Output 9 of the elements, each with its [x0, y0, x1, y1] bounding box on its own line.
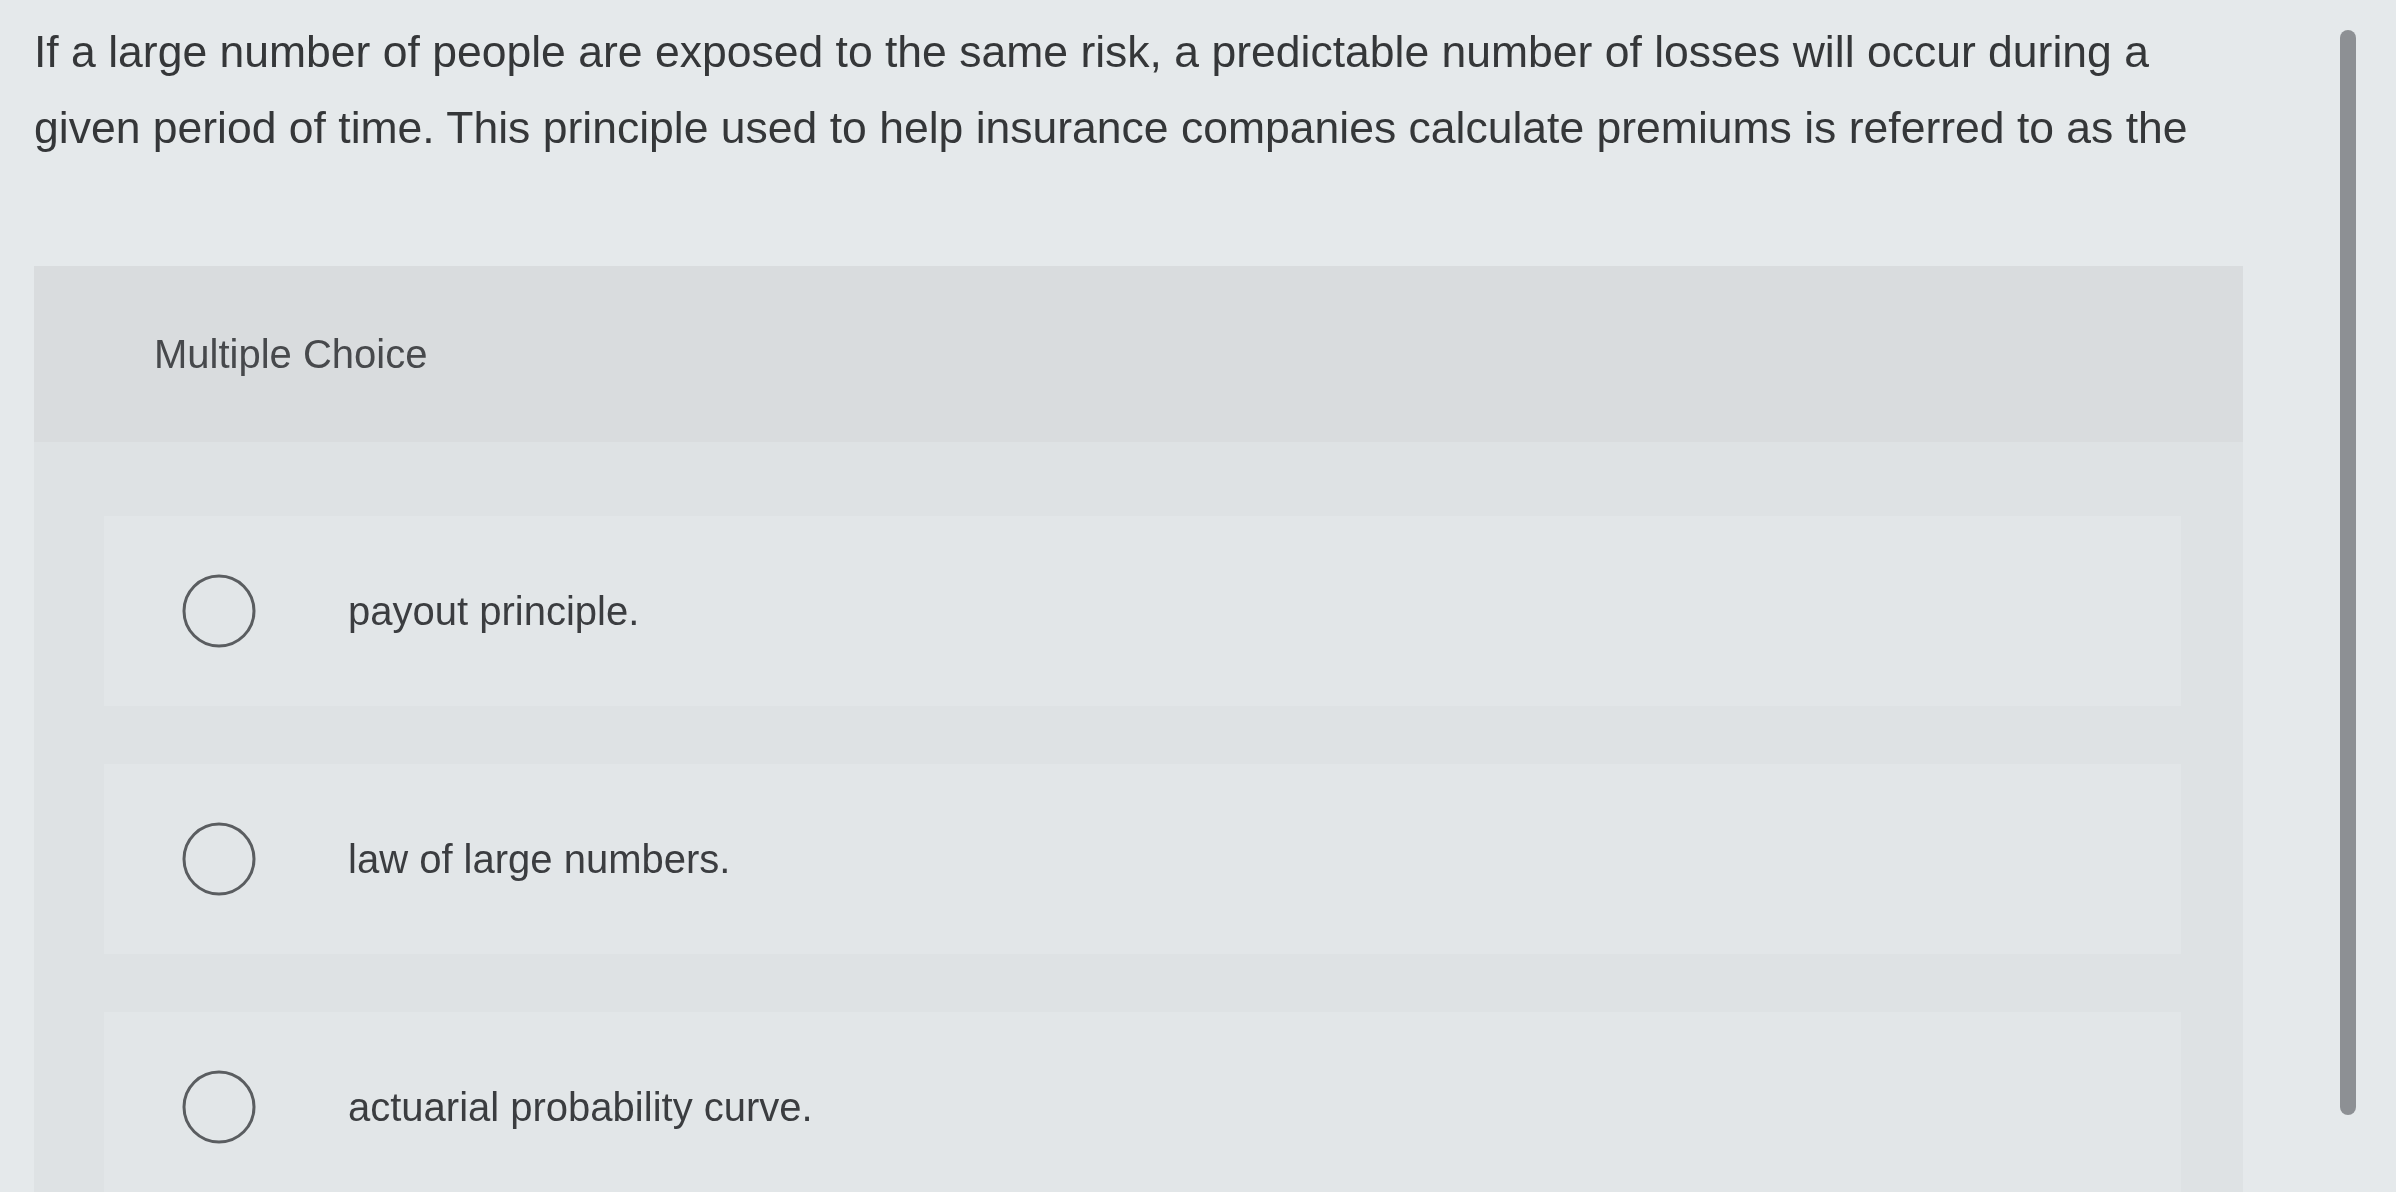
answer-option[interactable]: payout principle. [104, 516, 2181, 706]
question-type-label: Multiple Choice [154, 331, 428, 377]
radio-button[interactable] [182, 822, 256, 896]
radio-button[interactable] [182, 574, 256, 648]
answer-option[interactable]: actuarial probability curve. [104, 1012, 2181, 1192]
answer-option[interactable]: law of large numbers. [104, 764, 2181, 954]
radio-button[interactable] [182, 1070, 256, 1144]
question-text: If a large number of people are exposed to the same risk, a predictable number of losses will occur during a given period of time. This principle used to help insurance companies calculate premiums is referred to as the [34, 26, 2189, 154]
scrollbar-thumb[interactable] [2340, 30, 2356, 1115]
